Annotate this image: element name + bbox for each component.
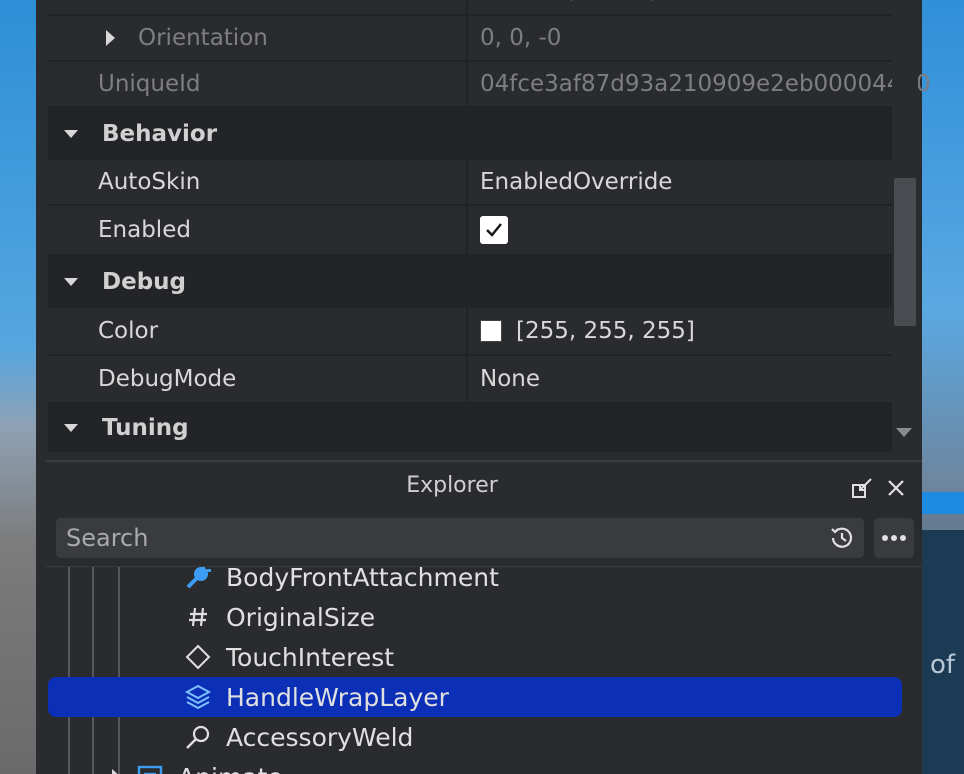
script-icon	[136, 763, 164, 774]
property-name: AutoSkin	[48, 160, 468, 204]
viewport-text: of	[930, 650, 956, 680]
property-row-uniqueid[interactable]: UniqueId 04fce3af87d93a210909e2eb0000445…	[48, 62, 931, 108]
expand-arrow-icon[interactable]	[112, 769, 121, 774]
collapse-arrow-icon[interactable]	[64, 278, 78, 286]
collapse-arrow-icon[interactable]	[64, 130, 78, 138]
property-name: Position	[48, 0, 468, 14]
viewport-right: of	[922, 0, 964, 774]
layers-icon	[184, 683, 212, 711]
color-swatch[interactable]	[480, 320, 502, 342]
more-options-button[interactable]	[874, 518, 914, 558]
tree-item[interactable]: OriginalSize	[46, 597, 922, 637]
property-row-position[interactable]: Position -12.772, 0.876, 8.975	[48, 0, 892, 16]
color-value: [255, 255, 255]	[516, 318, 695, 344]
explorer-tree: BodyFrontAttachment OriginalSize TouchIn…	[46, 566, 922, 774]
property-name: Color	[48, 308, 468, 354]
explorer-panel: Explorer Search BodyFrontAttachment Orig…	[46, 460, 922, 774]
close-icon	[888, 480, 904, 496]
tree-item[interactable]: BodyFrontAttachment	[46, 566, 922, 597]
checkmark-icon	[486, 223, 502, 237]
property-name: DebugMode	[48, 356, 468, 402]
tree-item-label: BodyFrontAttachment	[226, 566, 499, 592]
tree-item[interactable]: Animate	[46, 757, 922, 774]
tree-item[interactable]: AccessoryWeld	[46, 717, 922, 757]
property-value: 04fce3af87d93a210909e2eb00004450	[480, 71, 931, 97]
property-row-autoskin[interactable]: AutoSkin EnabledOverride	[48, 160, 892, 206]
property-row-orientation[interactable]: Orientation 0, 0, -0	[48, 16, 892, 62]
property-value[interactable]: EnabledOverride	[480, 160, 672, 204]
tree-item[interactable]: TouchInterest	[46, 637, 922, 677]
scrollbar-thumb[interactable]	[894, 178, 916, 326]
tree-item-label: HandleWrapLayer	[226, 682, 449, 712]
property-value[interactable]: 0, 0, -0	[480, 16, 561, 60]
search-history-button[interactable]	[826, 522, 858, 554]
section-title: Tuning	[102, 415, 189, 441]
property-value[interactable]: None	[480, 356, 540, 402]
tree-item-label: Animate	[178, 757, 283, 774]
undock-button[interactable]	[848, 474, 876, 502]
search-placeholder: Search	[66, 524, 149, 552]
weld-icon	[184, 723, 212, 751]
tree-item-label: OriginalSize	[226, 602, 376, 632]
search-input[interactable]: Search	[56, 518, 864, 558]
diamond-icon	[184, 643, 212, 671]
scroll-down-icon[interactable]	[896, 428, 912, 437]
property-row-debugmode[interactable]: DebugMode None	[48, 356, 892, 404]
viewport-left	[0, 0, 36, 774]
property-name: Enabled	[48, 206, 468, 254]
property-value[interactable]: [255, 255, 255]	[480, 308, 695, 354]
property-name: Orientation	[48, 16, 468, 60]
close-button[interactable]	[882, 474, 910, 502]
properties-panel: Position -12.772, 0.876, 8.975 Orientati…	[36, 0, 931, 452]
attachment-icon	[184, 567, 212, 591]
ellipsis-icon	[882, 535, 906, 541]
section-behavior[interactable]: Behavior	[48, 108, 892, 160]
section-tuning[interactable]: Tuning	[48, 404, 892, 452]
property-value	[480, 206, 508, 254]
history-icon	[831, 527, 853, 548]
tree-item-label: AccessoryWeld	[226, 722, 414, 752]
tree-item-label: TouchInterest	[226, 642, 395, 672]
property-value[interactable]: -12.772, 0.876, 8.975	[480, 0, 730, 14]
properties-list: Position -12.772, 0.876, 8.975 Orientati…	[48, 0, 931, 452]
tree-item-selected[interactable]: HandleWrapLayer	[48, 677, 902, 717]
section-title: Debug	[102, 269, 186, 295]
section-debug[interactable]: Debug	[48, 256, 892, 308]
hash-icon	[184, 603, 212, 631]
viewport-band	[922, 492, 964, 514]
undock-icon	[852, 478, 872, 498]
property-row-enabled[interactable]: Enabled	[48, 206, 892, 256]
explorer-title: Explorer	[406, 472, 498, 498]
property-row-color[interactable]: Color [255, 255, 255]	[48, 308, 892, 356]
properties-scrollbar[interactable]	[892, 0, 918, 452]
enabled-checkbox[interactable]	[480, 216, 508, 244]
property-name: UniqueId	[48, 62, 468, 106]
section-title: Behavior	[102, 121, 218, 147]
collapse-arrow-icon[interactable]	[64, 424, 78, 432]
